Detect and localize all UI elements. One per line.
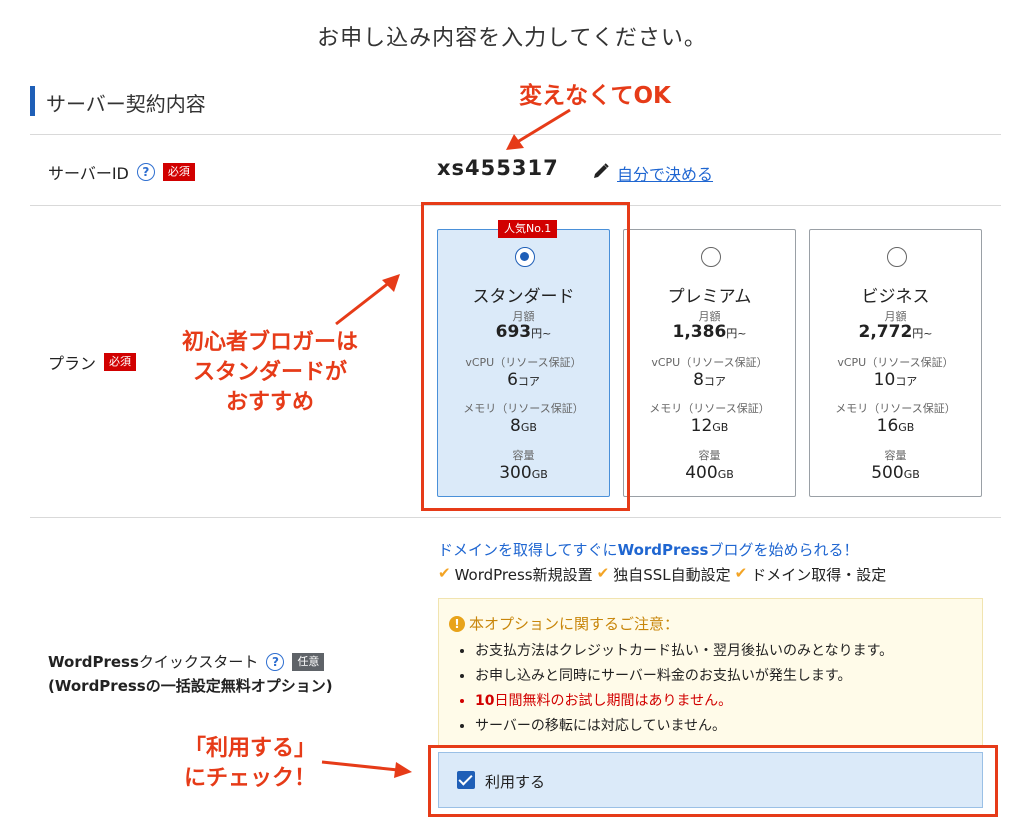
memory-value: 16GB [876,416,915,436]
plan-price: 1,386円~ [672,322,747,342]
vcpu-value: 8コア [693,370,726,390]
plan-radio-business[interactable] [887,247,907,267]
vcpu-label: vCPU（リソース保証） [651,356,768,369]
storage-value: 500GB [871,463,920,483]
choose-id-link[interactable]: 自分で決める [617,161,713,185]
check-icon: ✔ [596,564,610,582]
vcpu-label: vCPU（リソース保証） [837,356,954,369]
pencil-icon [594,163,609,178]
plan-name: プレミアム [667,287,752,307]
server-id-label: サーバーID ? 必須 [48,160,195,184]
plan-price: 2,772円~ [858,322,933,342]
feature-item: ドメイン取得・設定 [751,566,887,584]
section-title: サーバー契約内容 [46,92,206,116]
check-icon: ✔ [438,564,451,582]
notice-title: ! 本オプションに関するご注意： [449,613,679,634]
required-badge: 必須 [162,163,195,181]
feature-item: WordPress新規設置 [454,566,593,584]
plan-label-text: プラン [48,354,97,373]
check-icon: ✔ [734,564,748,582]
wp-lead-text: ドメインを取得してすぐにWordPressブログを始められる！ [438,541,859,559]
plan-radio-premium[interactable] [701,247,721,267]
plan-label: プラン 必須 [48,350,137,374]
help-icon[interactable]: ? [136,163,155,181]
annotation-arrow-ok [506,108,571,150]
wp-quickstart-label: WordPressクイックスタート ? 任意 (WordPressの一括設定無料… [48,650,333,698]
storage-value: 400GB [685,463,734,483]
annotation-arrow-beginner [335,274,400,326]
storage-label: 容量 [698,449,721,462]
page-title: お申し込み内容を入力してください。 [317,26,707,51]
annotation-box-standard [421,202,630,511]
notice-item: お申し込みと同時にサーバー料金のお支払いが発生します。 [475,664,893,689]
vcpu-value: 10コア [873,370,918,390]
annotation-beginner: 初心者ブロガーは スタンダードが おすすめ [181,330,358,415]
annotation-box-use-option [428,745,998,817]
option-notice: ! 本オプションに関するご注意： お支払方法はクレジットカード払い・翌月後払いの… [438,598,983,748]
storage-label: 容量 [884,449,907,462]
wp-label-text: WordPressクイックスタート [48,653,259,671]
annotation-arrow-check [321,760,412,778]
server-id-value: xs455317 [437,156,559,180]
notice-item: お支払方法はクレジットカード払い・翌月後払いのみとなります。 [475,639,893,664]
section-accent-bar [30,86,35,116]
memory-label: メモリ（リソース保証） [835,402,956,415]
plan-card-business[interactable]: ビジネス 月額 2,772円~ vCPU（リソース保証） 10コア メモリ（リソ… [809,229,982,497]
optional-badge: 任意 [292,653,325,671]
memory-value: 12GB [690,416,729,436]
warning-icon: ! [449,615,465,632]
server-id-label-text: サーバーID [48,164,129,183]
notice-list: お支払方法はクレジットカード払い・翌月後払いのみとなります。 お申し込みと同時に… [439,639,893,739]
plan-name: ビジネス [861,287,930,307]
wp-sub-label: (WordPressの一括設定無料オプション) [48,677,333,695]
required-badge: 必須 [104,353,137,371]
notice-item: サーバーの移転には対応していません。 [475,714,893,739]
help-icon[interactable]: ? [266,653,285,671]
notice-item-warning: 10日間無料のお試し期間はありません。 [475,689,893,714]
feature-item: 独自SSL自動設定 [613,566,731,584]
feature-list: ✔ WordPress新規設置 ✔ 独自SSL自動設定 ✔ ドメイン取得・設定 [438,564,886,585]
divider [30,517,1001,518]
memory-label: メモリ（リソース保証） [649,402,770,415]
plan-card-premium[interactable]: プレミアム 月額 1,386円~ vCPU（リソース保証） 8コア メモリ（リソ… [623,229,796,497]
